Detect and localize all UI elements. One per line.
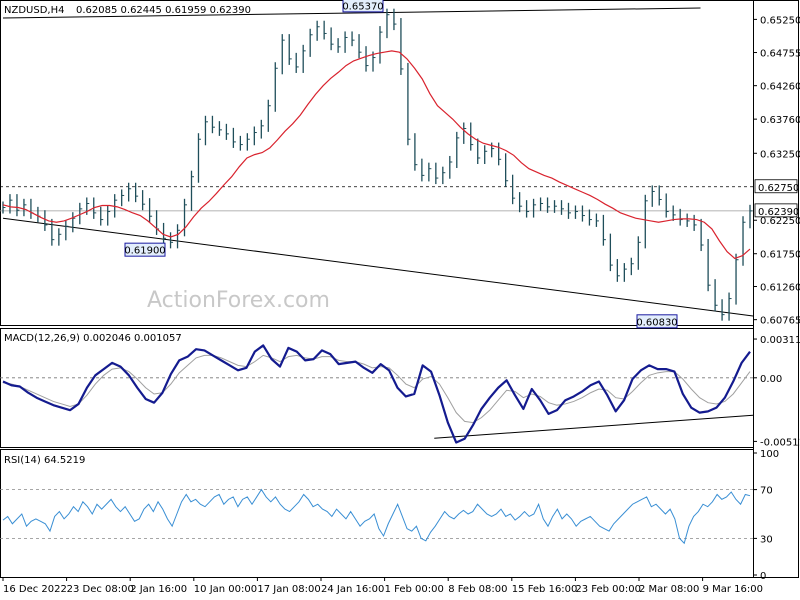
price-tick-label: 0.64260 — [760, 82, 800, 93]
price-reference-lines — [0, 7, 754, 439]
price-tick-label: 0.61260 — [760, 283, 800, 294]
forex-chart: ActionForex.com 0.652500.647550.642600.6… — [0, 0, 800, 595]
x-axis-label: 10 Jan 00:00 — [194, 584, 257, 595]
moving-average-line — [2, 50, 751, 260]
rsi-panel-frame — [0, 449, 754, 578]
price-marker-label: 0.60830 — [636, 317, 677, 328]
x-axis-label: 2 Jan 16:00 — [130, 584, 187, 595]
macd-panel-frame — [0, 328, 754, 448]
x-axis-label: 1 Feb 00:00 — [385, 584, 444, 595]
price-tick-label: 0.60765 — [760, 316, 800, 327]
current-price-label: 0.62390 — [758, 207, 799, 218]
macd-line — [2, 344, 751, 444]
rsi-tick-label: 70 — [760, 486, 773, 497]
price-marker-label: 0.65370 — [342, 1, 383, 12]
x-axis-label: 9 Mar 16:00 — [703, 584, 763, 595]
rsi-line — [2, 488, 751, 545]
x-axis-label: 15 Feb 16:00 — [512, 584, 578, 595]
x-axis-label: 8 Feb 08:00 — [448, 584, 507, 595]
trendline-2 — [2, 217, 754, 317]
price-tick-label: 0.64755 — [760, 49, 800, 60]
trendline-3 — [434, 414, 754, 439]
rsi-tick-label: 0 — [760, 571, 766, 582]
rsi-series — [0, 488, 753, 545]
rsi-tick-label: 30 — [760, 534, 773, 545]
x-axis-label: 16 Dec 2022 — [3, 584, 67, 595]
macd-header: MACD(12,26,9) 0.002046 0.001057 — [4, 333, 182, 344]
x-axis-label: 17 Jan 08:00 — [257, 584, 320, 595]
axis-labels: 0.65250 0.64755 0.64260 0.63760 0.63250 0.622… — [2, 15, 800, 595]
price-header-ohlc: 0.62085 0.62445 0.61959 0.62390 — [76, 5, 251, 16]
x-axis-label: 23 Feb 00:00 — [575, 584, 641, 595]
x-axis-label: 2 Mar 08:00 — [639, 584, 699, 595]
macd-tick-label: 0.003115 — [760, 335, 800, 346]
price-marker-label: 0.61900 — [124, 246, 165, 257]
rsi-header: RSI(14) 64.5219 — [4, 455, 85, 466]
macd-tick-label: 0.00 — [760, 374, 782, 385]
price-series — [2, 8, 753, 321]
price-tick-label: 0.63760 — [760, 115, 800, 126]
rsi-tick-label: 100 — [760, 449, 779, 460]
level-price-label: 0.62750 — [758, 183, 799, 194]
price-header-symbol: NZDUSD,H4 — [4, 5, 64, 16]
macd-tick-label: -0.005111 — [760, 437, 800, 448]
price-tick-label: 0.65250 — [760, 15, 800, 26]
x-axis-label: 23 Dec 08:00 — [67, 584, 134, 595]
price-tick-label: 0.62250 — [760, 216, 800, 227]
macd-series — [0, 344, 753, 444]
price-panel-frame — [0, 0, 754, 326]
macd-signal-line — [2, 354, 751, 424]
price-tick-label: 0.63250 — [760, 149, 800, 160]
watermark: ActionForex.com — [147, 288, 330, 313]
x-axis-label: 24 Jan 16:00 — [321, 584, 384, 595]
price-tick-label: 0.61750 — [760, 250, 800, 261]
